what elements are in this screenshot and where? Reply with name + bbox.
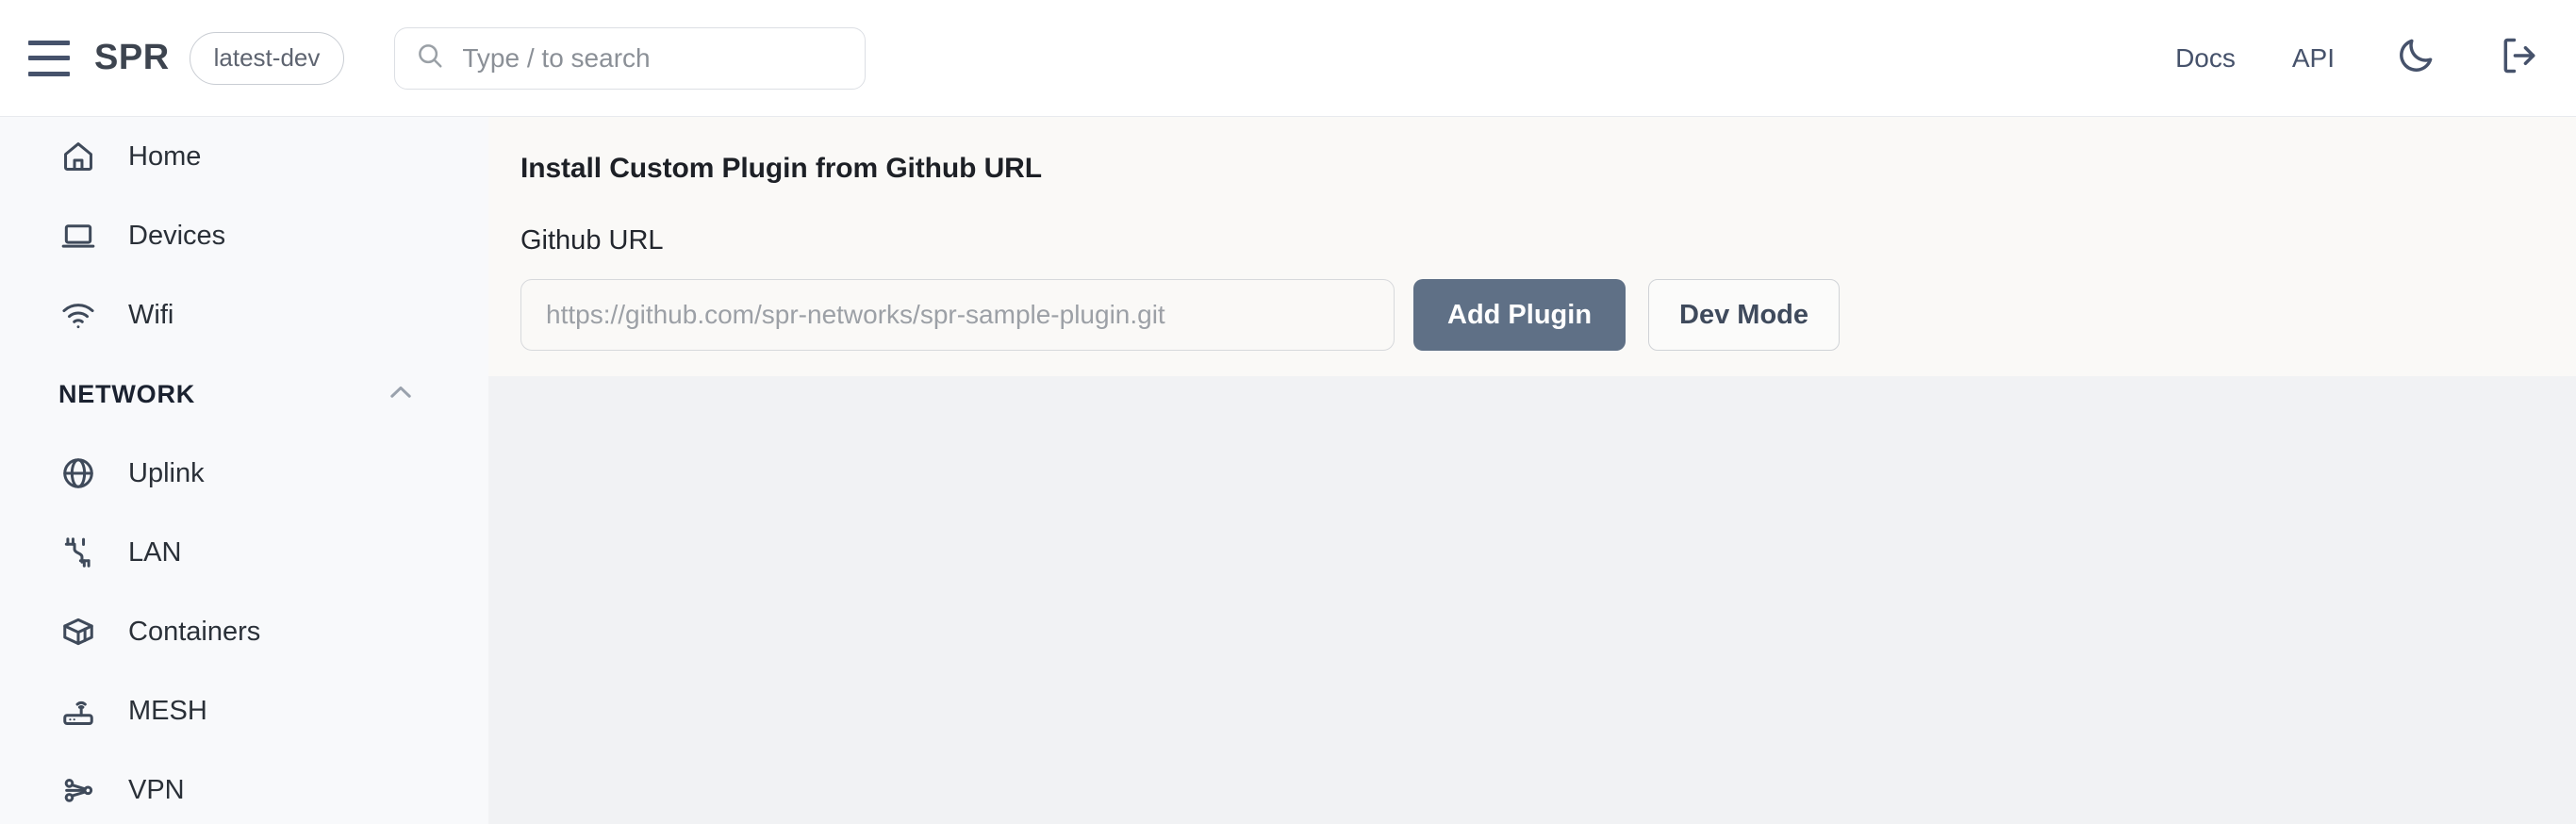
sidebar-item-containers[interactable]: Containers [0,592,488,671]
wifi-icon [58,295,98,335]
search-icon [416,41,444,74]
sidebar-item-label: Wifi [128,299,174,330]
logout-button[interactable] [2497,36,2542,81]
sidebar-item-label: Containers [128,616,261,647]
network-nodes-icon [58,770,98,810]
sidebar: Home Devices Wifi NETWORK Uplink LAN Con… [0,117,488,824]
sidebar-item-label: Uplink [128,457,205,488]
install-plugin-panel: Install Custom Plugin from Github URL Gi… [488,117,2576,376]
sidebar-item-devices[interactable]: Devices [0,196,488,275]
page-title: Install Custom Plugin from Github URL [520,153,1042,184]
hamburger-menu-icon[interactable] [28,40,70,76]
sidebar-item-vpn[interactable]: VPN [0,750,488,824]
container-box-icon [58,612,98,651]
hamburger-bar [28,40,70,45]
moon-icon [2395,35,2436,81]
router-icon [58,691,98,731]
sidebar-item-label: Devices [128,220,226,251]
sidebar-item-wifi[interactable]: Wifi [0,275,488,354]
app-header: SPR latest-dev Type / to search Docs API [0,0,2576,117]
sidebar-item-home[interactable]: Home [0,117,488,196]
main-content: Install Custom Plugin from Github URL Gi… [488,117,2576,824]
cable-icon [58,533,98,572]
dev-mode-button[interactable]: Dev Mode [1648,279,1841,351]
sidebar-item-label: MESH [128,695,207,726]
sidebar-item-uplink[interactable]: Uplink [0,434,488,513]
github-url-placeholder: https://github.com/spr-networks/spr-samp… [546,300,1165,329]
sidebar-section-network[interactable]: NETWORK [0,354,488,434]
version-badge[interactable]: latest-dev [189,31,345,85]
logout-icon [2499,35,2540,81]
sidebar-item-label: LAN [128,536,182,568]
search-placeholder: Type / to search [462,42,651,73]
globe-icon [58,453,98,493]
api-link[interactable]: API [2292,43,2335,74]
dark-mode-toggle[interactable] [2393,36,2438,81]
hamburger-bar [28,56,70,60]
sidebar-item-label: Home [128,140,202,172]
search-input[interactable]: Type / to search [394,26,867,90]
hamburger-bar [28,71,70,76]
laptop-icon [58,216,98,255]
github-url-form-row: https://github.com/spr-networks/spr-samp… [520,279,2576,351]
home-icon [58,137,98,176]
add-plugin-button[interactable]: Add Plugin [1413,279,1627,351]
github-url-label: Github URL [520,225,664,255]
sidebar-item-lan[interactable]: LAN [0,513,488,592]
sidebar-item-label: VPN [128,774,185,805]
docs-link[interactable]: Docs [2175,43,2236,74]
sidebar-item-mesh[interactable]: MESH [0,671,488,750]
sidebar-section-label: NETWORK [58,379,196,408]
brand-logo[interactable]: SPR [94,38,170,78]
chevron-up-icon[interactable] [385,376,417,413]
github-url-input[interactable]: https://github.com/spr-networks/spr-samp… [520,279,1395,351]
